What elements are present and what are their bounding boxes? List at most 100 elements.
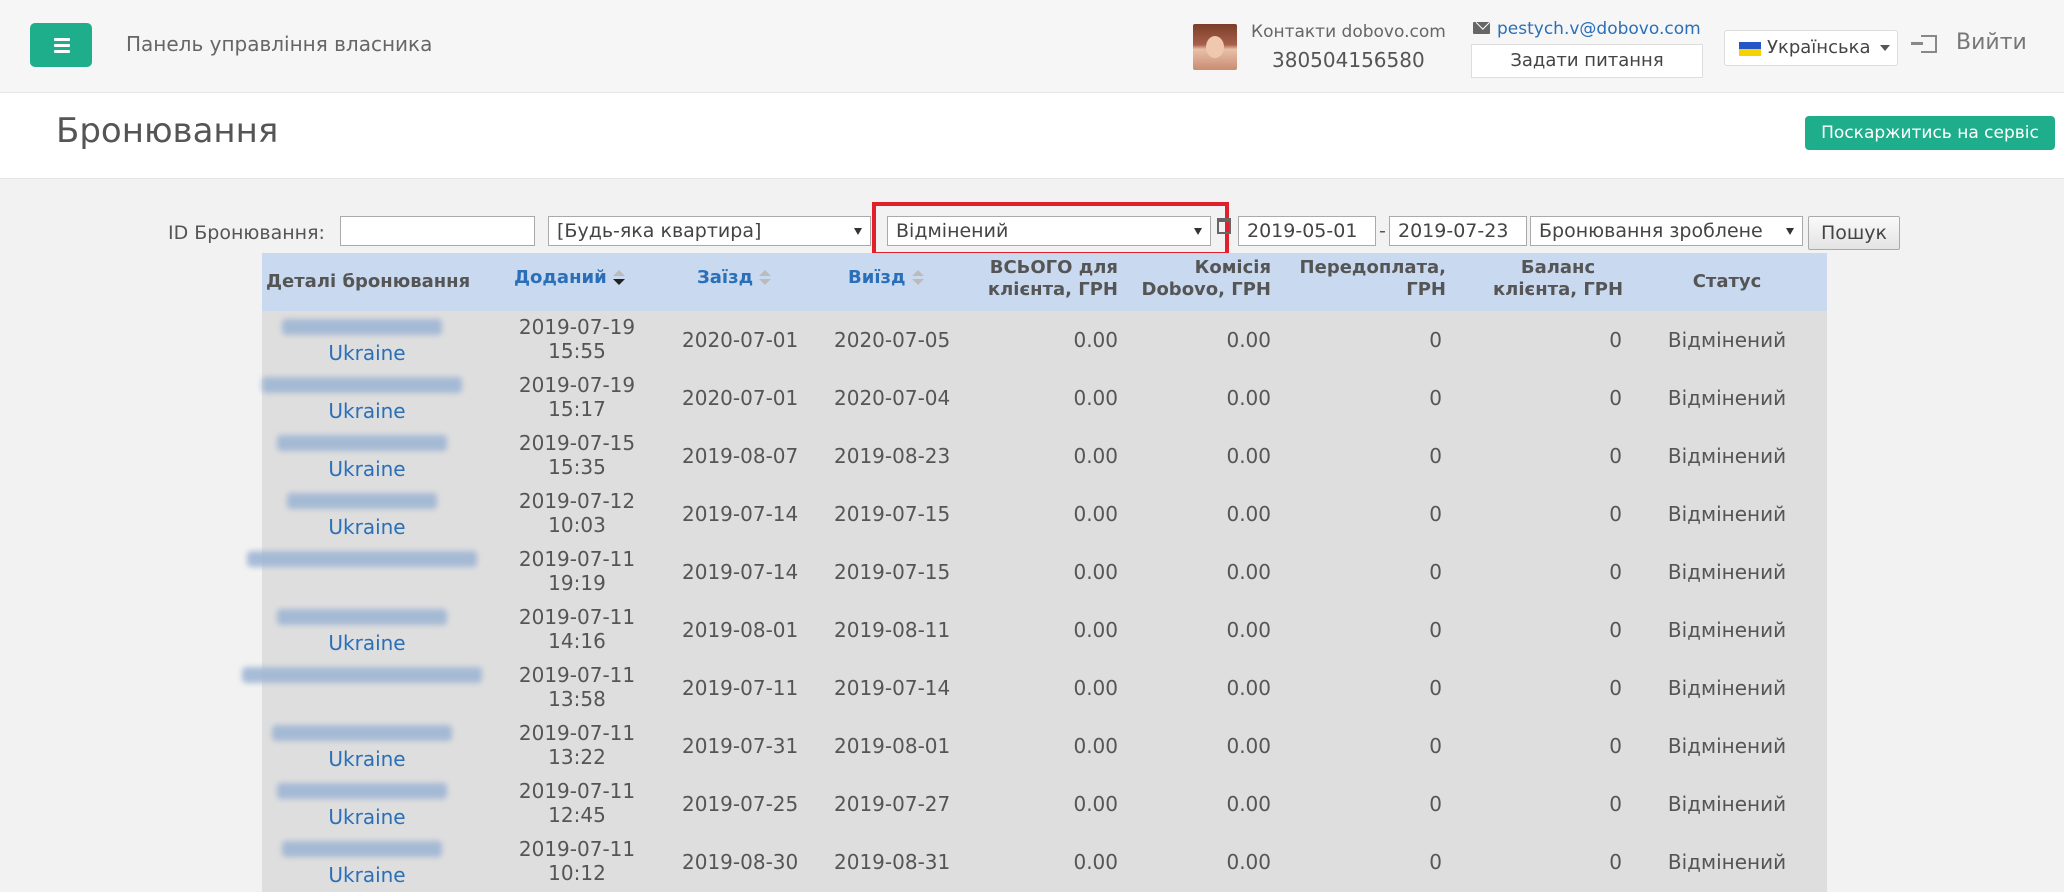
commission-amount: 0.00 <box>1226 560 1271 584</box>
email-link[interactable]: pestych.v@dobovo.com <box>1497 19 1701 39</box>
contacts-label: Контакти dobovo.com <box>1251 22 1446 42</box>
redacted-booking-details[interactable] <box>247 551 477 567</box>
total-amount: 0.00 <box>1073 560 1118 584</box>
booking-country-link[interactable]: Ukraine <box>277 805 457 829</box>
contacts-phone: 380504156580 <box>1272 48 1425 72</box>
complain-button[interactable]: Поскаржитись на сервіс <box>1805 116 2055 150</box>
commission-amount: 0.00 <box>1226 734 1271 758</box>
booking-status: Відмінений <box>1667 328 1787 352</box>
commission-amount: 0.00 <box>1226 444 1271 468</box>
commission-amount: 0.00 <box>1226 850 1271 874</box>
booking-id-input[interactable] <box>340 216 535 246</box>
commission-amount: 0.00 <box>1226 386 1271 410</box>
booking-status: Відмінений <box>1667 618 1787 642</box>
balance-amount: 0 <box>1609 386 1622 410</box>
redacted-booking-details[interactable] <box>277 609 447 625</box>
prepayment-amount: 0 <box>1429 792 1442 816</box>
panel-title: Панель управління власника <box>126 32 433 56</box>
prepayment-amount: 0 <box>1429 850 1442 874</box>
menu-icon-line <box>54 44 70 47</box>
booking-country-link[interactable]: Ukraine <box>277 747 457 771</box>
prepayment-amount: 0 <box>1429 676 1442 700</box>
added-date: 2019-07-19 <box>518 315 636 339</box>
checkout-date: 2019-08-23 <box>834 444 951 468</box>
booking-country-link[interactable]: Ukraine <box>277 631 457 655</box>
table-row: Ukraine 2019-07-12 10:03 2019-07-14 2019-07-… <box>262 485 1827 543</box>
redacted-booking-details[interactable] <box>282 841 442 857</box>
checkin-date: 2019-07-11 <box>682 676 799 700</box>
email-icon <box>1473 22 1490 34</box>
total-amount: 0.00 <box>1073 444 1118 468</box>
date-to-input[interactable]: 2019-07-23 <box>1389 216 1527 246</box>
ukraine-flag-icon <box>1739 42 1761 56</box>
column-header-checkin[interactable]: Заїзд <box>697 267 772 289</box>
balance-amount: 0 <box>1609 676 1622 700</box>
column-header-total: ВСЬОГО для клієнта, ГРН <box>962 257 1118 301</box>
table-row: 2019-07-11 19:19 2019-07-14 2019-07-15 0.00 0… <box>247 543 1827 601</box>
column-header-commission-line2: Dobovo, ГРН <box>1141 279 1272 300</box>
table-row: Ukraine 2019-07-11 10:12 2019-08-30 2019-08-… <box>262 833 1827 891</box>
added-date: 2019-07-11 <box>518 547 636 571</box>
redacted-booking-details[interactable] <box>282 319 442 335</box>
booking-country-link[interactable]: Ukraine <box>277 863 457 887</box>
table-row: Ukraine 2019-07-15 15:35 2019-08-07 2019-08-… <box>262 427 1827 485</box>
redacted-booking-details[interactable] <box>262 377 462 393</box>
column-header-added-label: Доданий <box>514 267 607 288</box>
balance-amount: 0 <box>1609 618 1622 642</box>
checkin-date: 2019-07-25 <box>682 792 799 816</box>
apartment-select-value: [Будь-яка квартира] <box>557 220 762 242</box>
redacted-booking-details[interactable] <box>277 435 447 451</box>
search-button[interactable]: Пошук <box>1808 216 1900 250</box>
logout-link[interactable]: Вийти <box>1956 30 2027 55</box>
total-amount: 0.00 <box>1073 502 1118 526</box>
booking-country-link[interactable]: Ukraine <box>277 515 457 539</box>
balance-amount: 0 <box>1609 444 1622 468</box>
column-header-checkin-label: Заїзд <box>697 267 754 288</box>
ask-question-button[interactable]: Задати питання <box>1471 44 1703 78</box>
column-header-added[interactable]: Доданий <box>514 267 625 289</box>
redacted-booking-details[interactable] <box>287 493 437 509</box>
added-date: 2019-07-12 <box>518 489 636 513</box>
redacted-booking-details[interactable] <box>242 667 482 683</box>
column-header-commission-line1: Комісія <box>1194 257 1271 278</box>
checkin-date: 2019-07-14 <box>682 560 799 584</box>
caret-down-icon <box>854 228 862 235</box>
date-from-input[interactable]: 2019-05-01 <box>1238 216 1376 246</box>
column-header-balance-line1: Баланс <box>1520 257 1596 278</box>
added-date: 2019-07-11 <box>518 605 636 629</box>
column-header-details: Деталі бронювання <box>266 271 471 292</box>
date-type-select[interactable]: Бронювання зроблене <box>1530 216 1803 246</box>
column-header-balance: Баланс клієнта, ГРН <box>1480 257 1636 301</box>
column-header-status: Статус <box>1692 271 1762 292</box>
checkin-date: 2019-07-31 <box>682 734 799 758</box>
menu-toggle-button[interactable] <box>30 23 92 67</box>
status-filter-highlight <box>872 202 1229 256</box>
checkin-date: 2020-07-01 <box>682 386 799 410</box>
column-header-checkout[interactable]: Виїзд <box>848 267 924 289</box>
language-dropdown[interactable]: Українська <box>1724 30 1898 66</box>
booking-country-link[interactable]: Ukraine <box>277 341 457 365</box>
booking-status: Відмінений <box>1667 850 1787 874</box>
booking-country-link[interactable]: Ukraine <box>277 457 457 481</box>
booking-country-link[interactable]: Ukraine <box>277 399 457 423</box>
booking-status: Відмінений <box>1667 444 1787 468</box>
sort-icon <box>759 270 772 286</box>
added-time: 12:45 <box>548 803 606 827</box>
column-header-commission: Комісія Dobovo, ГРН <box>1122 257 1272 301</box>
added-date: 2019-07-11 <box>518 779 636 803</box>
total-amount: 0.00 <box>1073 328 1118 352</box>
redacted-booking-details[interactable] <box>272 725 452 741</box>
calendar-icon[interactable] <box>1217 218 1231 234</box>
commission-amount: 0.00 <box>1226 618 1271 642</box>
checkin-date: 2020-07-01 <box>682 328 799 352</box>
logout-icon[interactable] <box>1911 35 1937 53</box>
sort-icon <box>911 270 924 286</box>
checkout-date: 2019-07-15 <box>834 502 951 526</box>
balance-amount: 0 <box>1609 560 1622 584</box>
added-date: 2019-07-19 <box>518 373 636 397</box>
checkin-date: 2019-07-14 <box>682 502 799 526</box>
added-time: 14:16 <box>548 629 606 653</box>
apartment-select[interactable]: [Будь-яка квартира] <box>548 216 871 246</box>
redacted-booking-details[interactable] <box>277 783 447 799</box>
added-time: 13:22 <box>548 745 606 769</box>
